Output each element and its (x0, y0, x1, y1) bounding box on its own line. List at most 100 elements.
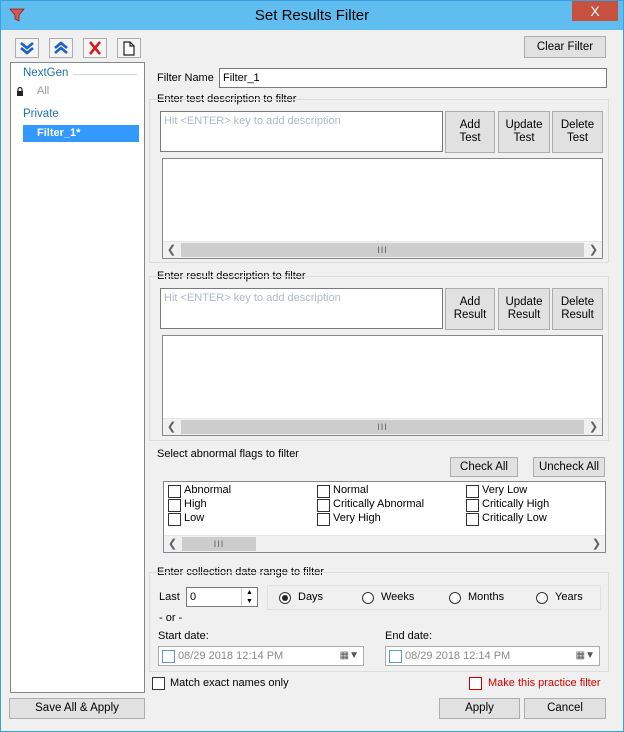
start-date-checkbox[interactable] (162, 650, 175, 663)
delete-result-button[interactable]: Delete Result (552, 288, 603, 330)
delete-result-label-2: Result (561, 309, 594, 321)
unit-radio-group: Days Weeks Months Years (267, 585, 601, 610)
filter-name-input[interactable]: Filter_1 (219, 68, 607, 88)
flag-high-checkbox[interactable] (168, 499, 181, 512)
end-date-checkbox[interactable] (389, 650, 402, 663)
tree-item-filter-selected[interactable]: Filter_1* (23, 125, 139, 142)
filter-tree[interactable]: NextGen All Private Filter_1* (10, 62, 145, 693)
start-date-picker[interactable]: 08/29 2018 12:14 PM ▦▼ (158, 646, 364, 666)
delete-test-label-2: Test (566, 132, 589, 144)
scroll-thumb[interactable]: III (182, 537, 256, 551)
match-exact-checkbox[interactable] (152, 677, 165, 690)
delete-result-label-1: Delete (560, 296, 595, 308)
delete-test-label-1: Delete (560, 119, 595, 131)
flag-critically-abnormal-label: Critically Abnormal (333, 498, 425, 510)
flags-section-label: Select abnormal flags to filter (157, 448, 299, 460)
move-up-button[interactable] (49, 38, 73, 58)
update-result-label-1: Update (505, 296, 543, 308)
uncheck-all-button[interactable]: Uncheck All (533, 457, 605, 477)
spin-down-icon[interactable]: ▼ (242, 598, 257, 605)
test-placeholder: Hit <ENTER> key to add description (164, 115, 341, 127)
add-result-label-2: Result (453, 309, 487, 321)
scroll-left-icon[interactable]: ❮ (163, 419, 180, 435)
radio-weeks[interactable] (362, 592, 374, 604)
apply-button[interactable]: Apply (439, 698, 520, 719)
scroll-grip: III (377, 422, 388, 432)
flag-normal-checkbox[interactable] (317, 485, 330, 498)
update-test-button[interactable]: Update Test (498, 111, 550, 153)
check-all-button[interactable]: Check All (450, 457, 518, 477)
add-test-label-1: Add (459, 119, 481, 131)
scroll-left-icon[interactable]: ❮ (163, 242, 180, 258)
tree-group-private[interactable]: Private (23, 108, 59, 120)
end-date-value: 08/29 2018 12:14 PM (405, 650, 511, 662)
cancel-button[interactable]: Cancel (524, 698, 606, 719)
move-up-icon (54, 41, 68, 54)
last-value-spinner[interactable]: 0 ▲ ▼ (186, 587, 258, 607)
close-button[interactable]: X (572, 1, 618, 21)
scroll-thumb[interactable]: III (181, 243, 584, 257)
tree-item-all[interactable]: All (37, 85, 49, 97)
window-title: Set Results Filter (254, 7, 370, 24)
scroll-right-icon[interactable]: ❯ (585, 419, 602, 435)
add-test-label-2: Test (459, 132, 481, 144)
radio-months[interactable] (449, 592, 461, 604)
move-down-icon (20, 42, 34, 55)
move-down-button[interactable] (15, 38, 39, 58)
radio-weeks-label: Weeks (381, 591, 415, 603)
flag-very-high-checkbox[interactable] (317, 513, 330, 526)
radio-years-label: Years (555, 591, 583, 603)
result-description-input[interactable]: Hit <ENTER> key to add description (160, 288, 443, 329)
delete-test-button[interactable]: Delete Test (552, 111, 603, 153)
flag-critically-high-label: Critically High (482, 498, 550, 510)
end-date-picker[interactable]: 08/29 2018 12:14 PM ▦▼ (385, 646, 600, 666)
flag-critically-abnormal-checkbox[interactable] (317, 499, 330, 512)
flag-abnormal-label: Abnormal (184, 484, 232, 496)
test-list-hscrollbar[interactable]: ❮ III ❯ (163, 241, 602, 258)
filter-name-label: Filter Name (157, 72, 214, 84)
practice-filter-checkbox[interactable] (469, 677, 482, 690)
scroll-right-icon[interactable]: ❯ (585, 242, 602, 258)
calendar-dropdown-icon[interactable]: ▦▼ (340, 650, 359, 661)
calendar-dropdown-icon[interactable]: ▦▼ (576, 650, 595, 661)
new-document-icon (123, 41, 135, 56)
tree-group-nextgen[interactable]: NextGen (23, 67, 68, 79)
scroll-left-icon[interactable]: ❮ (164, 536, 181, 552)
flag-low-checkbox[interactable] (168, 513, 181, 526)
clear-filter-button[interactable]: Clear Filter (524, 36, 606, 58)
flag-very-high-label: Very High (333, 512, 381, 524)
add-test-button[interactable]: Add Test (445, 111, 495, 153)
test-description-input[interactable]: Hit <ENTER> key to add description (160, 111, 443, 152)
flag-critically-low-label: Critically Low (482, 512, 547, 524)
scroll-grip: III (213, 539, 225, 549)
spinner-buttons[interactable]: ▲ ▼ (241, 588, 257, 606)
radio-days-label: Days (298, 591, 324, 603)
new-filter-button[interactable] (117, 38, 141, 58)
delete-filter-button[interactable] (83, 38, 107, 58)
scroll-thumb[interactable]: III (181, 420, 584, 434)
result-list-hscrollbar[interactable]: ❮ III ❯ (163, 418, 602, 435)
save-all-apply-button[interactable]: Save All & Apply (9, 698, 145, 719)
radio-years[interactable] (536, 592, 548, 604)
flags-checklist[interactable]: Abnormal High Low Normal Critically Abno… (163, 481, 606, 553)
flags-hscrollbar[interactable]: ❮ III ❯ (164, 535, 605, 552)
result-list[interactable]: ❮ III ❯ (162, 335, 603, 436)
update-result-button[interactable]: Update Result (498, 288, 550, 330)
spin-up-icon[interactable]: ▲ (242, 589, 257, 596)
radio-days[interactable] (279, 592, 291, 604)
flag-very-low-checkbox[interactable] (466, 485, 479, 498)
add-result-button[interactable]: Add Result (445, 288, 495, 330)
flag-critically-low-checkbox[interactable] (466, 513, 479, 526)
start-date-label: Start date: (158, 630, 209, 642)
flag-critically-high-checkbox[interactable] (466, 499, 479, 512)
lock-icon (17, 87, 23, 96)
title-bar: Set Results Filter X (1, 1, 623, 30)
add-result-label-1: Add (459, 296, 481, 308)
flag-very-low-label: Very Low (482, 484, 528, 496)
close-icon: X (590, 3, 600, 19)
test-list[interactable]: ❮ III ❯ (162, 158, 603, 259)
scroll-right-icon[interactable]: ❯ (588, 536, 605, 552)
tree-divider (73, 74, 137, 75)
flag-abnormal-checkbox[interactable] (168, 485, 181, 498)
update-test-label-1: Update (505, 119, 543, 131)
